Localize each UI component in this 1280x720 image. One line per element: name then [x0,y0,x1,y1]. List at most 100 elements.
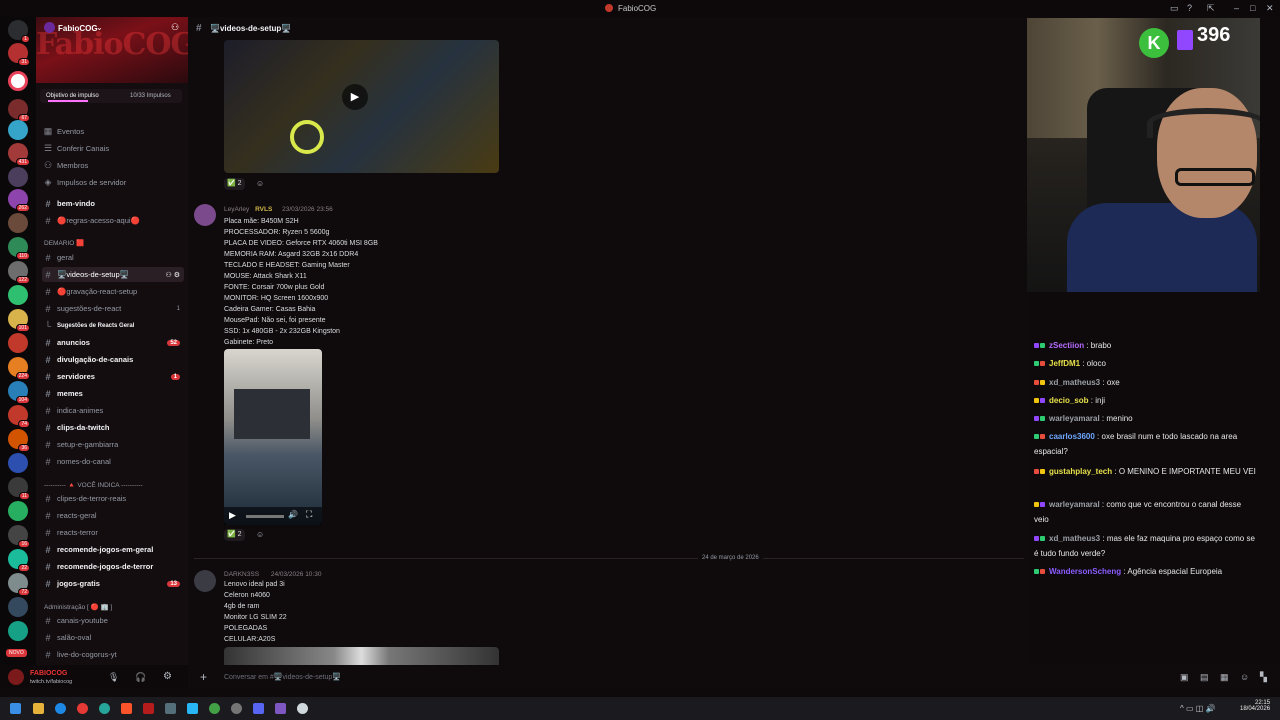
chat-username[interactable]: caarlos3600 [1049,432,1095,441]
brave-icon[interactable] [121,703,132,714]
app-icon[interactable] [143,703,154,714]
discord-icon[interactable] [253,703,264,714]
sticker-icon[interactable]: ▦ [1220,672,1229,683]
channel-item[interactable]: # anuncios 52 [42,335,184,350]
channel-item[interactable]: # recomende-jogos-de-terror [42,559,184,574]
server-icon[interactable] [8,120,28,140]
channel-item[interactable]: # clipes-de-terror-reais [42,491,184,506]
minimize-icon[interactable]: – [1234,3,1239,13]
channel-item[interactable]: # 🔴gravação-react-setup [42,284,184,299]
clock[interactable]: 22:15 18/04/2026 [1240,700,1270,712]
gif-icon[interactable]: ▤ [1200,672,1209,683]
channel-item[interactable]: # reacts-geral [42,508,184,523]
play-icon[interactable]: ▶ [342,84,368,110]
channel-settings-icon[interactable]: ⚇ ⚙ [166,271,181,279]
channel-item[interactable]: # bem-vindo [42,196,184,211]
category-header[interactable]: Administração [ 🔴 🏢 ] [44,603,112,611]
edge-icon[interactable] [55,703,66,714]
chat-username[interactable]: decio_sob [1049,396,1089,405]
share-icon[interactable]: ⇱ [1207,3,1215,14]
obs-icon[interactable] [297,703,308,714]
channel-item[interactable]: # reacts-terror [42,525,184,540]
chat-username[interactable]: xd_matheus3 [1049,534,1100,543]
add-member-icon[interactable]: ⚇ [171,22,179,33]
reaction-checkmark[interactable]: ✅ 2 [224,529,245,541]
maximize-icon[interactable]: □ [1250,3,1255,13]
settings-gear-icon[interactable]: ⚙ [163,671,172,682]
server-icon[interactable]: 22 [8,549,30,572]
chat-username[interactable]: WandersonScheng [1049,567,1121,576]
channel-item[interactable]: # 🔴regras-acesso-aqui🔴 [42,213,184,228]
help-icon[interactable]: ? [1187,3,1192,13]
app-icon[interactable] [165,703,176,714]
channel-item[interactable]: # indica-animes [42,403,184,418]
server-icon[interactable] [8,621,28,641]
server-icon[interactable]: 16 [8,525,30,548]
channel-item[interactable]: # geral [42,250,184,265]
volume-icon[interactable]: 🔊 [288,510,298,519]
chat-username[interactable]: JeffDM1 [1049,359,1080,368]
video-attachment[interactable]: ▶ 🔊 ⛶ [224,349,322,525]
video-attachment[interactable]: ▶ [224,40,499,173]
channel-item[interactable]: # clips-da-twitch [42,420,184,435]
server-icon[interactable]: 122 [8,261,30,284]
server-icon[interactable] [8,453,28,473]
chat-username[interactable]: gustahplay_tech [1049,467,1112,476]
play-icon[interactable]: ▶ [229,510,236,521]
server-icon[interactable]: 11 [8,477,30,500]
server-icon[interactable]: 31 [8,43,30,66]
nav-item[interactable]: ⚇ Membros [42,158,184,173]
windows-start-icon[interactable] [10,703,21,714]
channel-item[interactable]: # sugestões-de-react 1 [42,301,184,316]
add-attachment-icon[interactable]: + [200,670,207,684]
boost-progress[interactable]: Objetivo de impulso 10/33 Impulsos [40,89,182,103]
channel-item[interactable]: # live-do-cogorus-yt [42,647,184,662]
home-server-icon[interactable]: 1 [8,20,30,43]
close-icon[interactable]: ✕ [1266,3,1274,14]
system-tray-icons[interactable]: ^ ▭ ◫ 🔊 [1180,704,1216,713]
server-icon[interactable]: 262 [8,189,30,212]
avatar[interactable] [194,570,216,592]
xbox-icon[interactable] [209,703,220,714]
server-icon[interactable]: 101 [8,309,30,332]
nav-item[interactable]: ◈ Impulsos de servidor [42,175,184,190]
channel-item[interactable]: # recomende-jogos-em-geral [42,542,184,557]
headset-icon[interactable]: 🎧 [135,672,146,683]
channel-item[interactable]: # 🖥️videos-de-setup🖥️ ⚇ ⚙ [42,267,184,282]
emoji-icon[interactable]: ☺ [1240,672,1249,682]
author-name[interactable]: DARKN3SS [224,571,259,578]
nav-item[interactable]: ▦ Eventos [42,124,184,139]
server-icon[interactable] [8,333,28,353]
chrome-icon[interactable] [77,703,88,714]
server-icon[interactable] [8,285,28,305]
app-icon[interactable] [231,703,242,714]
chat-username[interactable]: warleyamaral [1049,500,1100,509]
channel-item[interactable]: └ Sugestões de Reacts Geral [42,318,184,333]
server-icon[interactable]: 431 [8,143,30,166]
chevron-down-icon[interactable]: ⌄ [96,23,103,32]
add-reaction-icon[interactable]: ☺ [256,530,264,539]
server-icon[interactable]: 110 [8,237,30,260]
app-icon[interactable] [99,703,110,714]
channel-item[interactable]: # servidores 1 [42,369,184,384]
avatar[interactable] [8,669,24,685]
server-name[interactable]: FabioCOG [58,24,98,33]
server-icon[interactable]: 36 [8,429,30,452]
server-icon[interactable]: 72 [8,573,30,596]
gift-icon[interactable]: ▣ [1180,672,1189,683]
app-icon[interactable] [187,703,198,714]
server-icon[interactable]: 74 [8,405,30,428]
channel-item[interactable]: # jogos-gratis 13 [42,576,184,591]
microphone-icon[interactable]: 🎙 [108,672,119,683]
channel-item[interactable]: # setup-e-gambiarra [42,437,184,452]
channel-item[interactable]: # nomes-do-canal [42,454,184,469]
server-icon[interactable]: 67 [8,99,30,122]
nav-item[interactable]: ☰ Conferir Canais [42,141,184,156]
server-icon[interactable]: 224 [8,357,30,380]
author-name[interactable]: LeyArley [224,206,249,213]
server-icon[interactable] [8,213,28,233]
chat-username[interactable]: warleyamaral [1049,414,1100,423]
fullscreen-icon[interactable]: ⛶ [306,509,312,520]
chat-username[interactable]: xd_matheus3 [1049,378,1100,387]
server-icon[interactable] [8,501,28,521]
